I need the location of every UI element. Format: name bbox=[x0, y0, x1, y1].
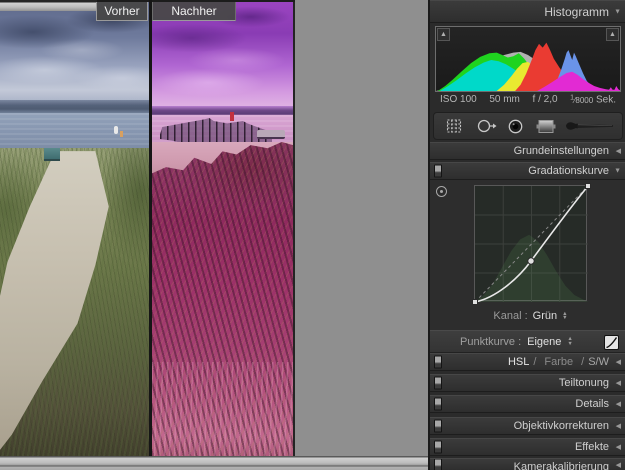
highlight-clipping-indicator[interactable]: ▲ bbox=[606, 28, 619, 41]
edit-point-curve-button[interactable] bbox=[604, 335, 619, 350]
chevron-down-icon[interactable]: ▼ bbox=[614, 8, 621, 15]
spot-removal-icon[interactable] bbox=[476, 118, 497, 134]
after-label-text: Nachher bbox=[171, 4, 217, 18]
channel-value[interactable]: Grün bbox=[533, 310, 557, 322]
panel-header-basic[interactable]: Grundeinstellungen ◀ bbox=[430, 142, 625, 160]
hsl-separator: / bbox=[533, 356, 537, 368]
crop-overlay-icon[interactable] bbox=[446, 118, 462, 134]
after-grass-streaks bbox=[152, 362, 293, 456]
panel-header-camera-calibration[interactable]: Kamerakalibrierung ◀ bbox=[430, 458, 625, 470]
tool-strip bbox=[433, 112, 623, 140]
split-toning-title: Teiltonung bbox=[558, 377, 609, 389]
lightroom-develop-window: Vorher Nachher Histogramm ▼ ▲ ▲ ISO 100 … bbox=[0, 0, 625, 470]
before-buoy bbox=[114, 126, 118, 134]
tone-curve-title: Gradationskurve bbox=[528, 165, 609, 177]
chevron-left-icon[interactable]: ◀ bbox=[616, 422, 621, 430]
panel-toggle-switch-icon[interactable] bbox=[434, 355, 442, 369]
stepper-down-icon[interactable]: ▼ bbox=[567, 341, 572, 347]
chevron-left-icon[interactable]: ◀ bbox=[616, 379, 621, 387]
sw-tab[interactable]: S/W bbox=[588, 356, 609, 368]
after-image[interactable] bbox=[152, 2, 295, 456]
chevron-left-icon[interactable]: ◀ bbox=[616, 358, 621, 366]
viewport-top-edge bbox=[0, 0, 97, 11]
red-eye-icon[interactable] bbox=[507, 118, 524, 135]
histogram-title: Histogramm bbox=[544, 4, 609, 19]
focal-length-value: 50 mm bbox=[489, 94, 520, 105]
chevron-left-icon[interactable]: ◀ bbox=[616, 461, 621, 469]
panel-header-hsl[interactable]: HSL / Farbe / S/W ◀ bbox=[430, 353, 625, 371]
before-shed bbox=[44, 148, 60, 161]
targeted-adjustment-icon[interactable] bbox=[436, 186, 447, 197]
chevron-left-icon[interactable]: ◀ bbox=[616, 147, 621, 155]
point-curve-value[interactable]: Eigene bbox=[527, 336, 561, 348]
before-image[interactable] bbox=[0, 2, 149, 456]
chevron-left-icon[interactable]: ◀ bbox=[616, 443, 621, 451]
iso-value: ISO 100 bbox=[440, 94, 477, 105]
panel-toggle-switch-icon[interactable] bbox=[434, 440, 442, 454]
histogram-display[interactable]: ▲ ▲ bbox=[435, 26, 621, 92]
after-boat bbox=[257, 130, 285, 139]
panel-header-details[interactable]: Details ◀ bbox=[430, 395, 625, 413]
chevron-down-icon[interactable]: ▼ bbox=[614, 168, 621, 175]
farbe-tab[interactable]: Farbe bbox=[540, 356, 577, 368]
hsl-separator: / bbox=[581, 356, 585, 368]
details-title: Details bbox=[575, 398, 609, 410]
channel-label: Kanal : bbox=[493, 310, 528, 322]
clipping-triangle-icon: ▲ bbox=[609, 31, 616, 38]
basic-title: Grundeinstellungen bbox=[513, 145, 609, 157]
before-water bbox=[0, 113, 149, 150]
tone-curve-graph[interactable] bbox=[472, 183, 591, 305]
point-curve-row: Punktkurve : Eigene ▲ ▼ bbox=[430, 330, 625, 353]
after-label: Nachher bbox=[152, 2, 236, 21]
before-marker-post bbox=[120, 131, 123, 137]
shadow-clipping-indicator[interactable]: ▲ bbox=[437, 28, 450, 41]
panel-header-split-toning[interactable]: Teiltonung ◀ bbox=[430, 374, 625, 392]
point-curve-label: Punktkurve : bbox=[460, 335, 522, 348]
histogram-chart bbox=[436, 42, 620, 91]
exif-info-row: ISO 100 50 mm f / 2,0 1⁄8000 Sek. bbox=[435, 94, 621, 108]
aperture-value: f / 2,0 bbox=[532, 94, 558, 105]
shutter-value: 1⁄8000 Sek. bbox=[570, 94, 616, 106]
point-curve-stepper[interactable]: ▲ ▼ bbox=[567, 337, 572, 346]
panel-toggle-switch-icon[interactable] bbox=[434, 397, 442, 411]
tone-curve-section: Kanal : Grün ▲ ▼ bbox=[430, 180, 625, 330]
before-label-text: Vorher bbox=[104, 4, 140, 18]
panel-header-lens-corrections[interactable]: Objektivkorrekturen ◀ bbox=[430, 417, 625, 435]
develop-right-panel: Histogramm ▼ ▲ ▲ ISO 100 50 mm f / 2,0 1… bbox=[428, 0, 625, 470]
effects-title: Effekte bbox=[574, 441, 609, 453]
after-buoy bbox=[230, 112, 234, 121]
chevron-left-icon[interactable]: ◀ bbox=[616, 400, 621, 408]
graduated-filter-icon[interactable] bbox=[536, 119, 556, 134]
panel-toggle-switch-icon[interactable] bbox=[434, 164, 442, 178]
camera-calibration-title: Kamerakalibrierung bbox=[513, 461, 609, 470]
stepper-down-icon[interactable]: ▼ bbox=[562, 316, 567, 321]
panel-header-effects[interactable]: Effekte ◀ bbox=[430, 438, 625, 456]
clipping-triangle-icon: ▲ bbox=[440, 31, 447, 38]
hsl-tab[interactable]: HSL bbox=[508, 356, 529, 368]
image-canvas: Vorher Nachher bbox=[0, 0, 428, 470]
adjustment-brush-icon[interactable] bbox=[564, 119, 616, 133]
channel-stepper[interactable]: ▲ ▼ bbox=[562, 311, 567, 321]
panel-header-tone-curve[interactable]: Gradationskurve ▼ bbox=[430, 162, 625, 180]
panel-toggle-switch-icon[interactable] bbox=[434, 376, 442, 390]
channel-selector-row: Kanal : Grün ▲ ▼ bbox=[474, 308, 587, 324]
before-label: Vorher bbox=[96, 2, 148, 21]
panel-toggle-switch-icon[interactable] bbox=[434, 419, 442, 433]
panel-toggle-switch-icon[interactable] bbox=[434, 459, 442, 470]
viewport-bottom-edge bbox=[0, 456, 428, 470]
panel-header-histogram[interactable]: Histogramm ▼ bbox=[430, 0, 625, 23]
lens-corrections-title: Objektivkorrekturen bbox=[513, 420, 609, 432]
